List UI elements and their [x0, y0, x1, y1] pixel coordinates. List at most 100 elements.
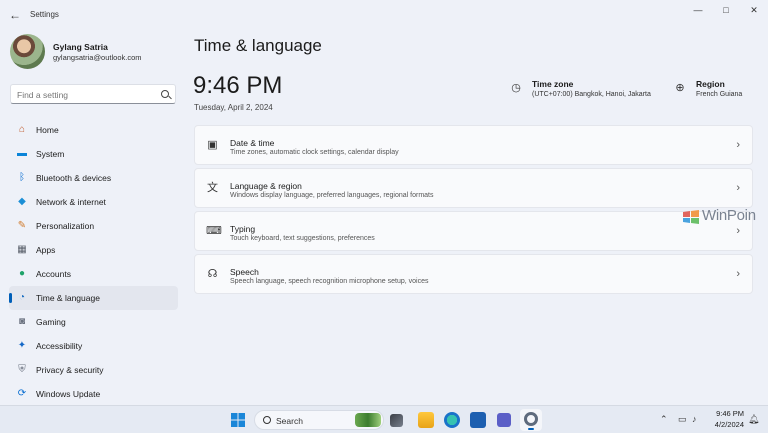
sidebar-item-label: Windows Update: [36, 389, 101, 399]
current-time: 9:46 PM: [193, 72, 283, 99]
region-value: French Guiana: [696, 91, 743, 98]
settings-card-typing[interactable]: ⌨ Typing Touch keyboard, text suggestions,…: [194, 211, 753, 251]
bluetooth-icon: ᛒ: [19, 172, 25, 183]
accounts-icon: ●: [18, 268, 26, 279]
current-date: Tuesday, April 2, 2024: [194, 103, 273, 112]
search-input[interactable]: [17, 88, 157, 101]
sidebar-item-label: Apps: [36, 245, 56, 255]
taskbar-search[interactable]: Search: [254, 410, 384, 430]
settings-card-date-time[interactable]: ▣ Date & time Time zones, automatic clock …: [194, 125, 753, 165]
sidebar-item-time-language[interactable]: ◔ Time & language: [9, 286, 178, 310]
maximize-button[interactable]: □: [712, 3, 740, 17]
home-icon: ⌂: [18, 124, 26, 135]
settings-window: ← Settings — □ ✕ Gylang Satria gylangsat…: [0, 0, 768, 405]
shield-icon: ⛨: [18, 364, 26, 375]
minimize-button[interactable]: —: [684, 3, 712, 17]
date-time-icon: ▣: [207, 139, 218, 151]
taskbar: Search ⌃ ▭ ♪ 9:46 PM 4/2/2024 🔔︎: [0, 405, 768, 433]
sidebar-item-gaming[interactable]: ◙ Gaming: [9, 310, 178, 334]
sidebar-nav: ⌂ Home ▬ System ᛒ Bluetooth & devices ◆ Network…: [9, 118, 178, 406]
sidebar-item-accounts[interactable]: ● Accounts: [9, 262, 178, 286]
user-profile[interactable]: Gylang Satria gylangsatria@outlook.com: [10, 34, 180, 70]
profile-email: gylangsatria@outlook.com: [53, 53, 142, 62]
settings-app-taskbar-button[interactable]: [520, 409, 542, 431]
search-highlight-icon: [355, 413, 381, 427]
edge-browser-icon[interactable]: [444, 412, 460, 428]
card-subtitle: Windows display language, preferred lang…: [230, 192, 434, 199]
sidebar-item-label: Accounts: [36, 269, 71, 279]
system-icon: ▬: [17, 148, 27, 159]
volume-icon[interactable]: ♪: [692, 412, 697, 426]
windows-update-icon: ⟳: [17, 388, 27, 399]
timezone-value: (UTC+07:00) Bangkok, Hanoi, Jakarta: [532, 91, 651, 98]
globe-icon: ⊕: [675, 82, 685, 94]
sidebar-item-label: Gaming: [36, 317, 66, 327]
taskbar-search-label: Search: [276, 416, 303, 426]
network-icon: ◆: [18, 196, 26, 207]
microsoft-store-icon[interactable]: [470, 412, 486, 428]
sidebar-item-home[interactable]: ⌂ Home: [9, 118, 178, 142]
sidebar-item-label: Time & language: [36, 293, 100, 303]
sidebar-item-label: Personalization: [36, 221, 95, 231]
personalization-icon: ✎: [17, 220, 27, 231]
file-explorer-icon[interactable]: [418, 412, 434, 428]
card-title: Speech: [230, 267, 259, 277]
sidebar-item-network-internet[interactable]: ◆ Network & internet: [9, 190, 178, 214]
winpoin-logo-icon: [683, 210, 699, 224]
chevron-right-icon: ›: [736, 268, 740, 280]
task-view-icon[interactable]: [390, 414, 403, 427]
avatar[interactable]: [10, 34, 45, 69]
timezone-title: Time zone: [532, 79, 574, 89]
sidebar-item-label: System: [36, 149, 65, 159]
settings-gear-icon: [524, 412, 538, 426]
chevron-up-icon[interactable]: ⌃: [660, 412, 668, 426]
title-bar: ← Settings — □ ✕: [0, 0, 768, 30]
profile-name: Gylang Satria: [53, 42, 108, 52]
sidebar-item-privacy-security[interactable]: ⛨ Privacy & security: [9, 358, 178, 382]
page-title: Time & language: [194, 36, 322, 55]
windows-start-icon[interactable]: [230, 412, 246, 428]
sidebar-item-bluetooth-devices[interactable]: ᛒ Bluetooth & devices: [9, 166, 178, 190]
taskbar-clock-time[interactable]: 9:46 PM: [714, 409, 744, 418]
sidebar-item-windows-update[interactable]: ⟳ Windows Update: [9, 382, 178, 406]
card-subtitle: Speech language, speech recognition micr…: [230, 278, 429, 285]
close-button[interactable]: ✕: [740, 3, 768, 17]
teams-icon[interactable]: [497, 413, 511, 427]
settings-card-language-region[interactable]: 文 Language & region Windows display langua…: [194, 168, 753, 208]
card-subtitle: Touch keyboard, text suggestions, prefer…: [230, 235, 375, 242]
keyboard-icon: ⌨: [206, 225, 222, 237]
network-status-icon[interactable]: ▭: [678, 412, 687, 426]
sidebar-item-apps[interactable]: ▦ Apps: [9, 238, 178, 262]
back-arrow-icon[interactable]: ←: [8, 8, 22, 22]
sidebar-item-accessibility[interactable]: ✦ Accessibility: [9, 334, 178, 358]
timezone-icon: ◷: [511, 82, 521, 94]
settings-card-speech[interactable]: ☊ Speech Speech language, speech recogniti…: [194, 254, 753, 294]
sidebar-item-label: Accessibility: [36, 341, 83, 351]
language-icon: 文: [207, 182, 218, 194]
time-language-icon: ◔: [18, 292, 26, 303]
watermark-text: WinPoin: [702, 207, 756, 224]
sidebar-item-label: Privacy & security: [36, 365, 104, 375]
sidebar-item-label: Home: [36, 125, 59, 135]
apps-icon: ▦: [17, 244, 27, 255]
chevron-right-icon: ›: [736, 225, 740, 237]
chevron-right-icon: ›: [736, 182, 740, 194]
sidebar-item-label: Network & internet: [36, 197, 106, 207]
card-title: Date & time: [230, 138, 275, 148]
sidebar-item-personalization[interactable]: ✎ Personalization: [9, 214, 178, 238]
card-title: Typing: [230, 224, 256, 234]
notification-bell-icon[interactable]: 🔔︎: [748, 412, 759, 426]
accessibility-icon: ✦: [17, 340, 27, 351]
search-icon[interactable]: [161, 90, 169, 98]
gaming-icon: ◙: [18, 316, 26, 327]
app-title: Settings: [30, 10, 59, 19]
chevron-right-icon: ›: [736, 139, 740, 151]
taskbar-clock-date[interactable]: 4/2/2024: [706, 420, 744, 429]
region-title: Region: [696, 79, 725, 89]
search-box[interactable]: [10, 84, 176, 104]
sidebar-item-system[interactable]: ▬ System: [9, 142, 178, 166]
card-subtitle: Time zones, automatic clock settings, ca…: [230, 149, 399, 156]
sidebar-item-label: Bluetooth & devices: [36, 173, 112, 183]
speech-icon: ☊: [207, 268, 218, 280]
card-title: Language & region: [230, 181, 302, 191]
